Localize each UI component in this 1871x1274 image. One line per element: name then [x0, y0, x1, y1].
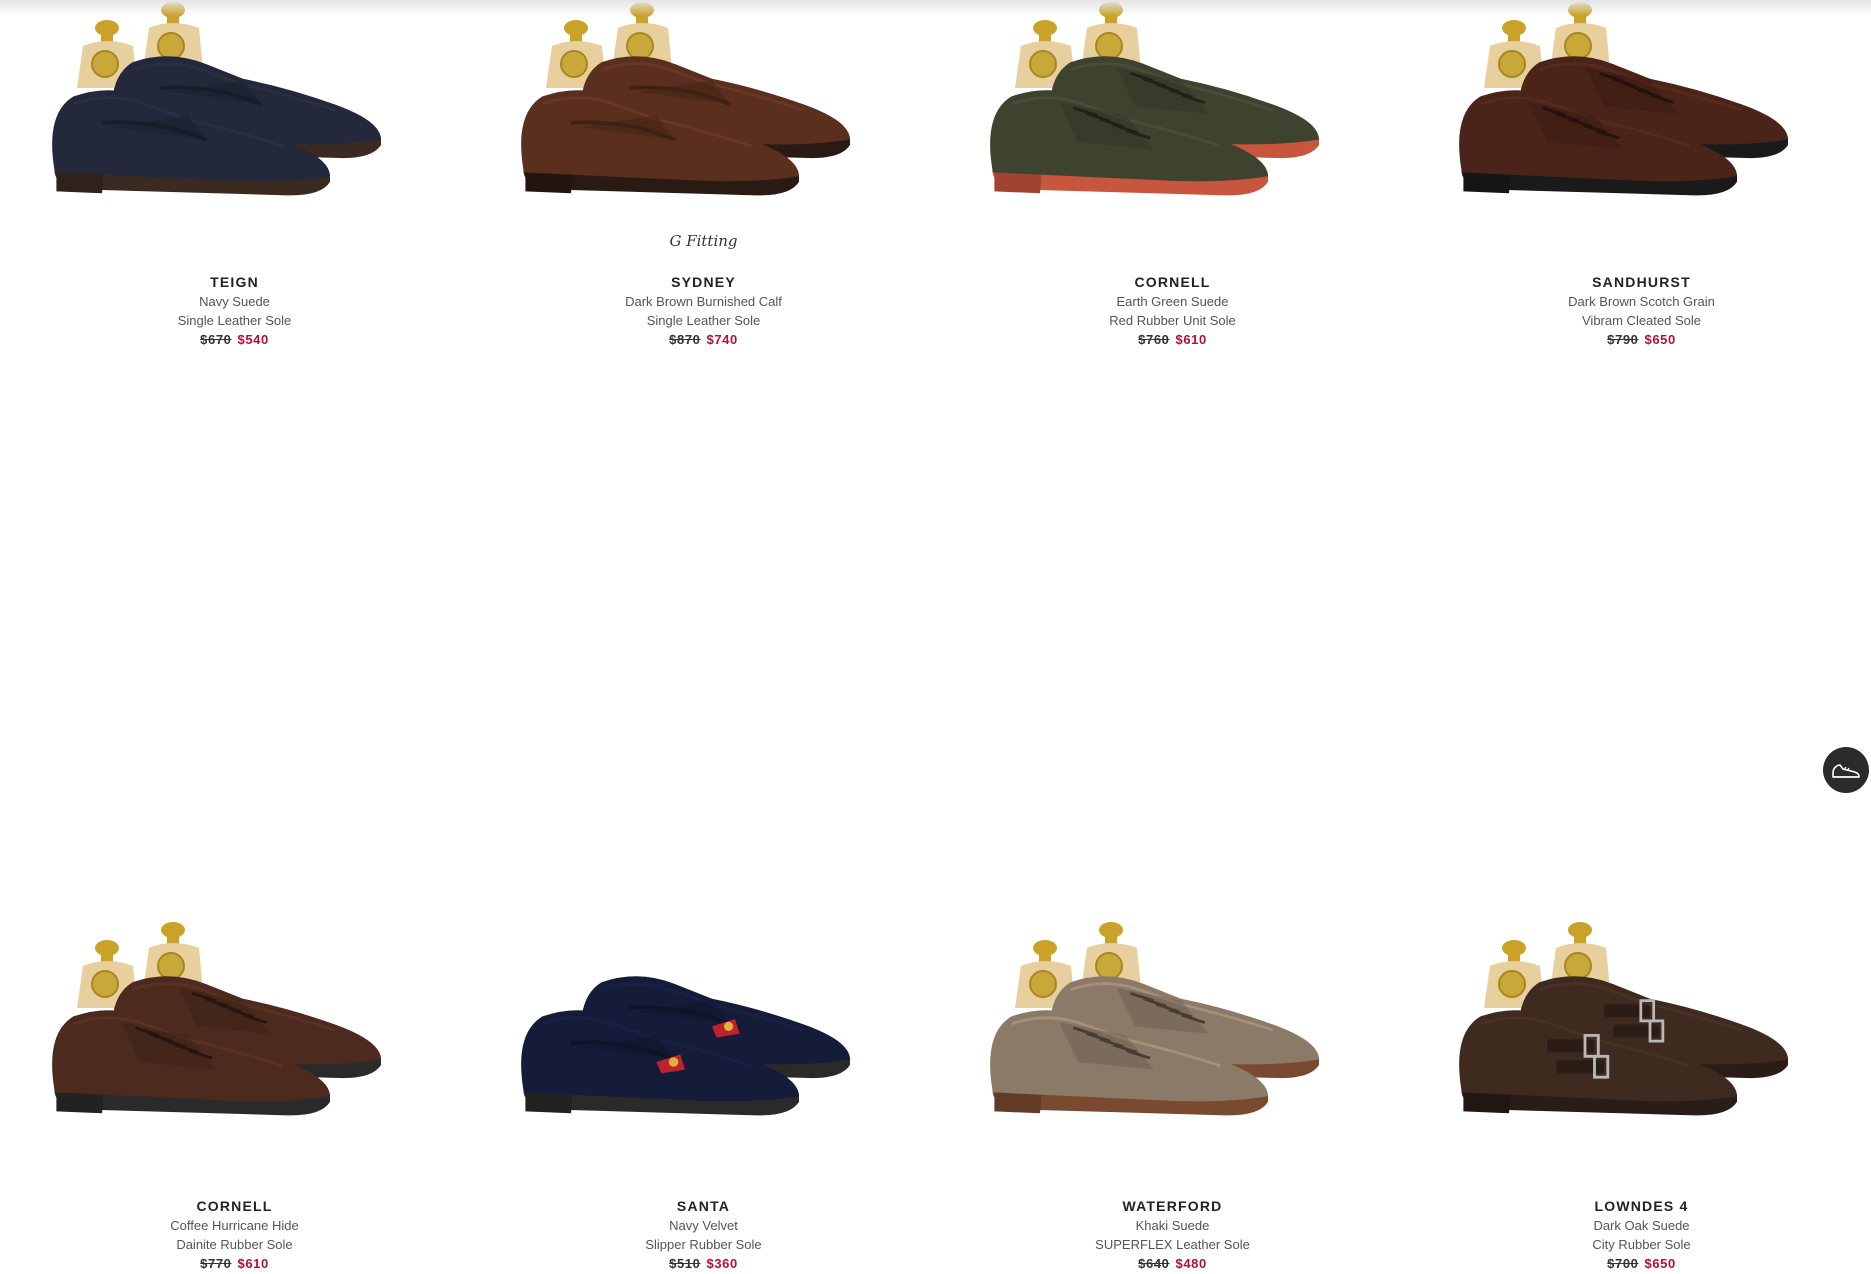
product-card[interactable]: SANDHURST Dark Brown Scotch Grain Vibram… — [1407, 0, 1871, 462]
product-name[interactable]: LOWNDES 4 — [1407, 1196, 1871, 1216]
product-price: $510 $360 — [469, 1254, 938, 1274]
product-info: WATERFORD Khaki Suede SUPERFLEX Leather … — [938, 1196, 1407, 1274]
product-image[interactable] — [1442, 0, 1842, 222]
product-image[interactable] — [973, 0, 1373, 222]
product-price: $700 $650 — [1407, 1254, 1871, 1274]
product-sole: Single Leather Sole — [177, 313, 292, 328]
product-price: $790 $650 — [1407, 330, 1871, 350]
product-info: TEIGN Navy Suede Single Leather Sole $67… — [0, 272, 469, 350]
original-price: $510 — [669, 1256, 701, 1271]
product-name[interactable]: CORNELL — [0, 1196, 469, 1216]
product-image[interactable] — [35, 0, 435, 222]
original-price: $640 — [1138, 1256, 1170, 1271]
product-image[interactable] — [973, 912, 1373, 1142]
sale-price: $610 — [237, 1256, 269, 1271]
product-image[interactable] — [504, 912, 904, 1142]
product-name[interactable]: TEIGN — [0, 272, 469, 292]
product-grid: TEIGN Navy Suede Single Leather Sole $67… — [0, 0, 1871, 1271]
sale-price: $480 — [1175, 1256, 1207, 1271]
product-sole: SUPERFLEX Leather Sole — [1095, 1237, 1250, 1252]
product-info: SANTA Navy Velvet Slipper Rubber Sole $5… — [469, 1196, 938, 1274]
product-price: $760 $610 — [938, 330, 1407, 350]
product-material: Navy Suede — [199, 294, 270, 309]
product-material: Earth Green Suede — [1116, 294, 1229, 309]
original-price: $770 — [200, 1256, 232, 1271]
product-sole: Slipper Rubber Sole — [645, 1237, 762, 1252]
product-sole: Vibram Cleated Sole — [1582, 313, 1701, 328]
product-card[interactable]: G Fitting SYDNEY Dark Brown Burnished Ca… — [469, 0, 938, 462]
product-name[interactable]: WATERFORD — [938, 1196, 1407, 1216]
product-card[interactable]: WATERFORD Khaki Suede SUPERFLEX Leather … — [938, 462, 1407, 1271]
product-sole: City Rubber Sole — [1592, 1237, 1691, 1252]
original-price: $700 — [1607, 1256, 1639, 1271]
product-price: $670 $540 — [0, 330, 469, 350]
product-card[interactable]: CORNELL Earth Green Suede Red Rubber Uni… — [938, 0, 1407, 462]
product-info: CORNELL Coffee Hurricane Hide Dainite Ru… — [0, 1196, 469, 1274]
product-material: Khaki Suede — [1135, 1218, 1210, 1233]
original-price: $760 — [1138, 332, 1170, 347]
product-info: SYDNEY Dark Brown Burnished Calf Single … — [469, 272, 938, 350]
product-material: Coffee Hurricane Hide — [170, 1218, 299, 1233]
product-material: Dark Oak Suede — [1593, 1218, 1690, 1233]
product-material: Dark Brown Burnished Calf — [625, 294, 782, 309]
product-image[interactable] — [1442, 912, 1842, 1142]
product-sole: Single Leather Sole — [646, 313, 761, 328]
product-image[interactable] — [504, 0, 904, 222]
product-sole: Red Rubber Unit Sole — [1109, 313, 1236, 328]
product-card[interactable]: LOWNDES 4 Dark Oak Suede City Rubber Sol… — [1407, 462, 1871, 1271]
product-name[interactable]: SYDNEY — [469, 272, 938, 292]
product-card[interactable]: SANTA Navy Velvet Slipper Rubber Sole $5… — [469, 462, 938, 1271]
sale-price: $540 — [237, 332, 269, 347]
sale-price: $740 — [706, 332, 738, 347]
original-price: $870 — [669, 332, 701, 347]
product-price: $640 $480 — [938, 1254, 1407, 1274]
sale-price: $650 — [1644, 1256, 1676, 1271]
original-price: $790 — [1607, 332, 1639, 347]
floating-shoe-button[interactable] — [1823, 747, 1869, 793]
product-name[interactable]: SANTA — [469, 1196, 938, 1216]
original-price: $670 — [200, 332, 232, 347]
product-sole: Dainite Rubber Sole — [176, 1237, 293, 1252]
header-shadow — [0, 0, 1871, 16]
product-info: SANDHURST Dark Brown Scotch Grain Vibram… — [1407, 272, 1871, 350]
fitting-label: G Fitting — [669, 232, 738, 250]
sale-price: $650 — [1644, 332, 1676, 347]
product-name[interactable]: SANDHURST — [1407, 272, 1871, 292]
product-card[interactable]: CORNELL Coffee Hurricane Hide Dainite Ru… — [0, 462, 469, 1271]
product-price: $870 $740 — [469, 330, 938, 350]
product-info: CORNELL Earth Green Suede Red Rubber Uni… — [938, 272, 1407, 350]
product-info: LOWNDES 4 Dark Oak Suede City Rubber Sol… — [1407, 1196, 1871, 1274]
product-image[interactable] — [35, 912, 435, 1142]
product-material: Navy Velvet — [669, 1218, 738, 1233]
product-card[interactable]: TEIGN Navy Suede Single Leather Sole $67… — [0, 0, 469, 462]
product-price: $770 $610 — [0, 1254, 469, 1274]
sale-price: $360 — [706, 1256, 738, 1271]
sale-price: $610 — [1175, 332, 1207, 347]
shoe-icon — [1832, 764, 1860, 778]
product-material: Dark Brown Scotch Grain — [1568, 294, 1715, 309]
product-name[interactable]: CORNELL — [938, 272, 1407, 292]
